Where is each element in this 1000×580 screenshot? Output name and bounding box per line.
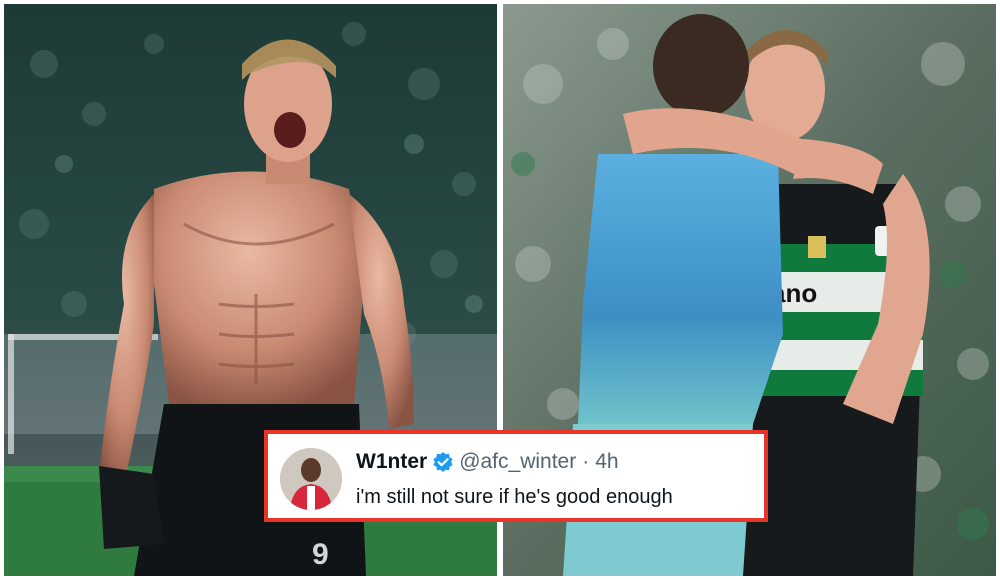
svg-text:9: 9 xyxy=(312,538,329,571)
verified-badge-icon xyxy=(432,451,454,473)
timestamp: 4h xyxy=(595,450,619,473)
avatar xyxy=(280,448,342,510)
tweet-card: W1nter @afc_winter · 4h i'm still not su… xyxy=(264,430,768,522)
handle: @afc_winter xyxy=(459,450,577,473)
tweet-text: i'm still not sure if he's good enough xyxy=(356,486,673,508)
display-name: W1nter xyxy=(356,450,428,473)
separator-dot: · xyxy=(582,450,590,473)
